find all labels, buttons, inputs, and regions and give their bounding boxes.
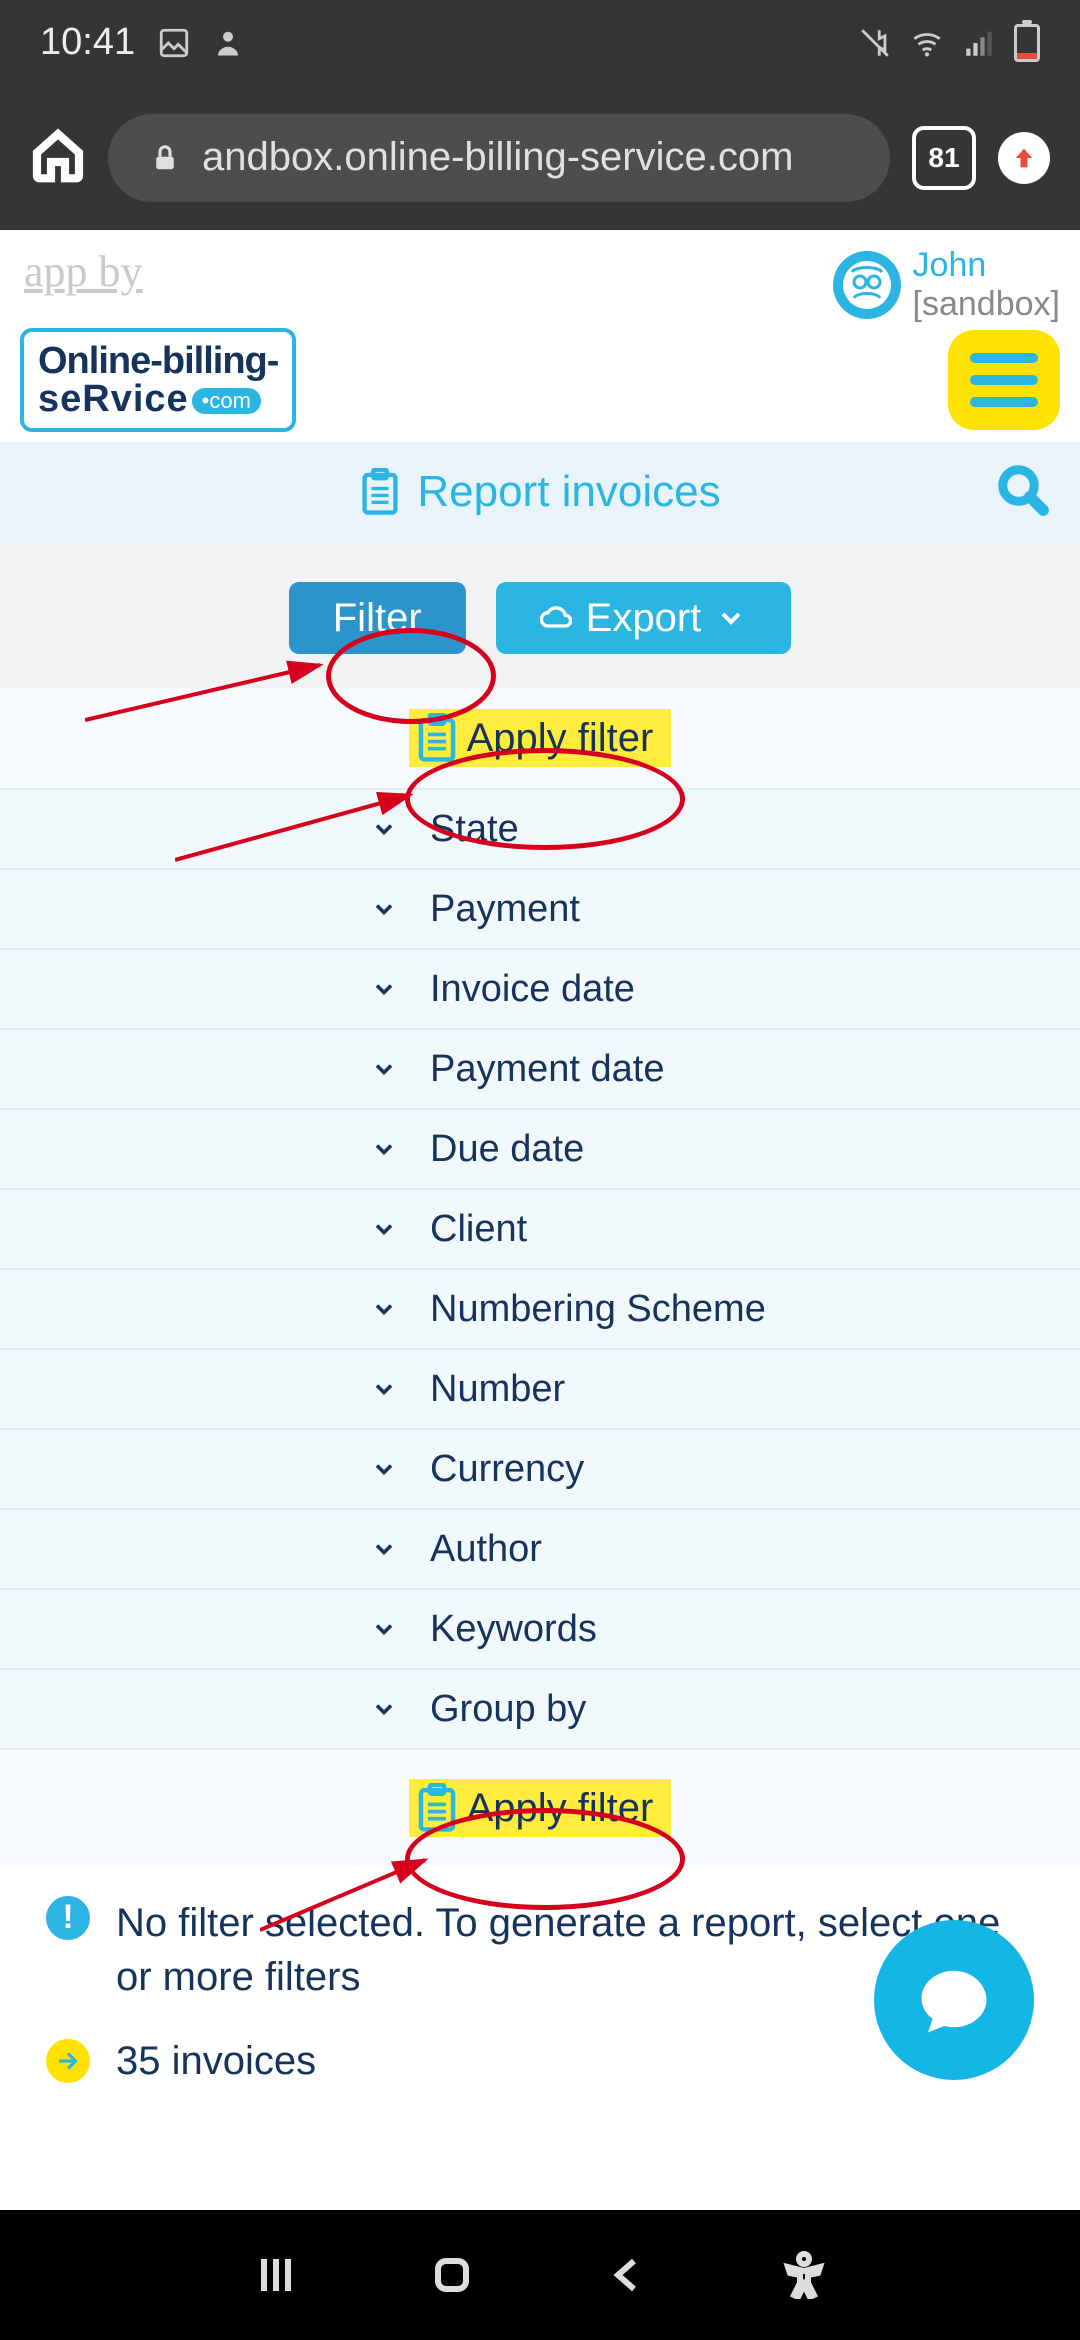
- page-title: Report invoices: [417, 467, 720, 517]
- page-title-bar: Report invoices: [0, 442, 1080, 542]
- filter-row-number[interactable]: Number: [0, 1348, 1080, 1430]
- home-button[interactable]: [428, 2251, 476, 2299]
- annotation-ellipse: [405, 1808, 685, 1910]
- annotation-arrow: [175, 760, 425, 870]
- chevron-down-icon: [715, 602, 747, 634]
- accessibility-button[interactable]: [780, 2251, 828, 2299]
- chevron-down-icon: [370, 1375, 398, 1403]
- chevron-down-icon: [370, 1615, 398, 1643]
- chevron-down-icon: [370, 1055, 398, 1083]
- image-icon: [157, 26, 191, 60]
- search-button[interactable]: [996, 463, 1050, 522]
- filter-row-currency[interactable]: Currency: [0, 1428, 1080, 1510]
- filter-row-keywords[interactable]: Keywords: [0, 1588, 1080, 1670]
- filter-row-due-date[interactable]: Due date: [0, 1108, 1080, 1190]
- wifi-icon: [910, 26, 944, 60]
- person-icon: [213, 28, 243, 58]
- tab-count-button[interactable]: 81: [912, 126, 976, 190]
- update-icon[interactable]: [998, 132, 1050, 184]
- chevron-down-icon: [370, 1535, 398, 1563]
- filter-row-group-by[interactable]: Group by: [0, 1668, 1080, 1750]
- chevron-down-icon: [370, 1295, 398, 1323]
- annotation-arrow: [260, 1830, 440, 1940]
- user-box[interactable]: John [sandbox]: [833, 246, 1060, 324]
- recents-button[interactable]: [252, 2251, 300, 2299]
- clipboard-icon: [359, 468, 401, 516]
- filter-row-client[interactable]: Client: [0, 1188, 1080, 1270]
- export-button[interactable]: Export: [496, 582, 792, 654]
- brand-logo[interactable]: Online-billing- seRvice•com: [20, 328, 296, 432]
- chat-button[interactable]: [874, 1920, 1034, 2080]
- menu-button[interactable]: [948, 330, 1060, 430]
- annotation-ellipse: [326, 628, 496, 724]
- filter-row-payment-date[interactable]: Payment date: [0, 1028, 1080, 1110]
- chevron-down-icon: [370, 1455, 398, 1483]
- home-icon[interactable]: [30, 127, 86, 188]
- annotation-arrow: [85, 630, 335, 730]
- avatar-icon: [833, 251, 901, 319]
- vibrate-icon: [858, 26, 892, 60]
- app-header: app by John [sandbox] Online-billing- se…: [0, 230, 1080, 442]
- app-by-label: app by: [20, 246, 143, 297]
- info-icon: !: [46, 1896, 90, 1940]
- chevron-down-icon: [370, 975, 398, 1003]
- android-nav-bar: [0, 2210, 1080, 2340]
- battery-icon: [1014, 24, 1040, 62]
- chevron-down-icon: [370, 895, 398, 923]
- filter-row-numbering-scheme[interactable]: Numbering Scheme: [0, 1268, 1080, 1350]
- annotation-ellipse: [405, 748, 685, 850]
- cloud-icon: [540, 602, 572, 634]
- chevron-down-icon: [370, 1215, 398, 1243]
- status-time: 10:41: [40, 21, 135, 64]
- signal-icon: [962, 26, 996, 60]
- filter-row-invoice-date[interactable]: Invoice date: [0, 948, 1080, 1030]
- user-name: John [sandbox]: [913, 246, 1060, 324]
- invoice-count: 35 invoices: [116, 2034, 316, 2088]
- filter-row-payment[interactable]: Payment: [0, 868, 1080, 950]
- browser-toolbar: andbox.online-billing-service.com 81: [0, 85, 1080, 230]
- url-text: andbox.online-billing-service.com: [202, 135, 793, 180]
- chevron-down-icon: [370, 1135, 398, 1163]
- lock-icon: [150, 143, 180, 173]
- chevron-down-icon: [370, 1695, 398, 1723]
- address-bar[interactable]: andbox.online-billing-service.com: [108, 114, 890, 202]
- back-button[interactable]: [604, 2251, 652, 2299]
- android-status-bar: 10:41: [0, 0, 1080, 85]
- filter-row-author[interactable]: Author: [0, 1508, 1080, 1590]
- arrow-right-icon: [46, 2039, 90, 2083]
- chat-icon: [915, 1961, 993, 2039]
- filter-panel: Apply filter State Payment Invoice date …: [0, 688, 1080, 1868]
